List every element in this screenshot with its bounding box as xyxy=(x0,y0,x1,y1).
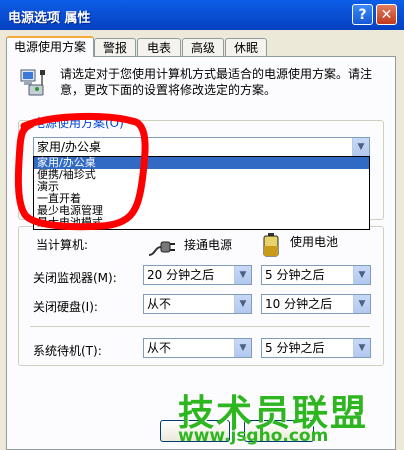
dropdown-option[interactable]: 最大电池模式 xyxy=(34,217,369,229)
tab-hibernate[interactable]: 休眠 xyxy=(225,38,267,56)
chevron-down-icon[interactable]: ▼ xyxy=(234,295,251,313)
power-computer-icon xyxy=(20,69,45,96)
help-button[interactable]: ? xyxy=(352,4,373,25)
window-title: 电源选项 属性 xyxy=(8,11,91,26)
chevron-down-icon[interactable]: ▼ xyxy=(353,266,370,284)
chevron-down-icon[interactable]: ▼ xyxy=(352,138,369,156)
settings-label: 当计算机: xyxy=(36,238,89,252)
standby-ac-select[interactable]: 从不 ▼ xyxy=(143,338,252,358)
select-value: 从不 xyxy=(147,341,172,355)
select-value: 从不 xyxy=(147,297,172,311)
dropdown-option[interactable]: 演示 xyxy=(34,181,369,193)
standby-battery-select[interactable]: 5 分钟之后 ▼ xyxy=(261,338,371,358)
dropdown-option[interactable]: 便携/袖珍式 xyxy=(34,169,369,181)
chevron-down-icon[interactable]: ▼ xyxy=(353,295,370,313)
power-plug-icon xyxy=(148,241,175,256)
battery-icon xyxy=(263,233,279,257)
intro-text: 请选定对于您使用计算机方式最适合的电源使用方案。请注意，更改下面的设置将修改选定… xyxy=(60,67,373,97)
hard-disk-off-ac-select[interactable]: 从不 ▼ xyxy=(143,294,252,314)
watermark-url: www.jsgho.com xyxy=(178,426,329,446)
select-value: 5 分钟之后 xyxy=(265,341,325,355)
tab-power-meter[interactable]: 电表 xyxy=(137,38,181,56)
column-battery-label: 使用电池 xyxy=(290,235,339,249)
monitor-off-label: 关闭监视器(M): xyxy=(33,271,117,285)
power-scheme-dropdown: 家用/办公桌 便携/袖珍式 演示 一直开着 最少电源管理 最大电池模式 xyxy=(33,156,370,230)
monitor-off-ac-select[interactable]: 20 分钟之后 ▼ xyxy=(143,265,252,285)
chevron-down-icon[interactable]: ▼ xyxy=(353,339,370,357)
monitor-off-battery-select[interactable]: 5 分钟之后 ▼ xyxy=(261,265,371,285)
standby-label: 系统待机(T): xyxy=(33,344,102,358)
chevron-down-icon[interactable]: ▼ xyxy=(234,266,251,284)
chevron-down-icon[interactable]: ▼ xyxy=(234,339,251,357)
select-value: 20 分钟之后 xyxy=(147,268,215,282)
hard-disk-off-battery-select[interactable]: 10 分钟之后 ▼ xyxy=(261,294,371,314)
title-bar: 电源选项 属性 ? ✕ xyxy=(0,0,404,30)
power-scheme-value: 家用/办公桌 xyxy=(37,140,102,154)
divider xyxy=(30,326,370,327)
select-value: 10 分钟之后 xyxy=(265,297,333,311)
tab-advanced[interactable]: 高级 xyxy=(182,38,224,56)
tab-alarms[interactable]: 警报 xyxy=(94,38,136,56)
tab-power-schemes[interactable]: 电源使用方案 xyxy=(6,36,94,57)
power-scheme-select[interactable]: 家用/办公桌 ▼ xyxy=(33,137,370,157)
power-scheme-legend: 电源使用方案(O) xyxy=(30,114,127,131)
close-button[interactable]: ✕ xyxy=(376,4,397,25)
select-value: 5 分钟之后 xyxy=(265,268,325,282)
column-ac-label: 接通电源 xyxy=(184,238,233,252)
hard-disk-off-label: 关闭硬盘(I): xyxy=(33,300,98,314)
